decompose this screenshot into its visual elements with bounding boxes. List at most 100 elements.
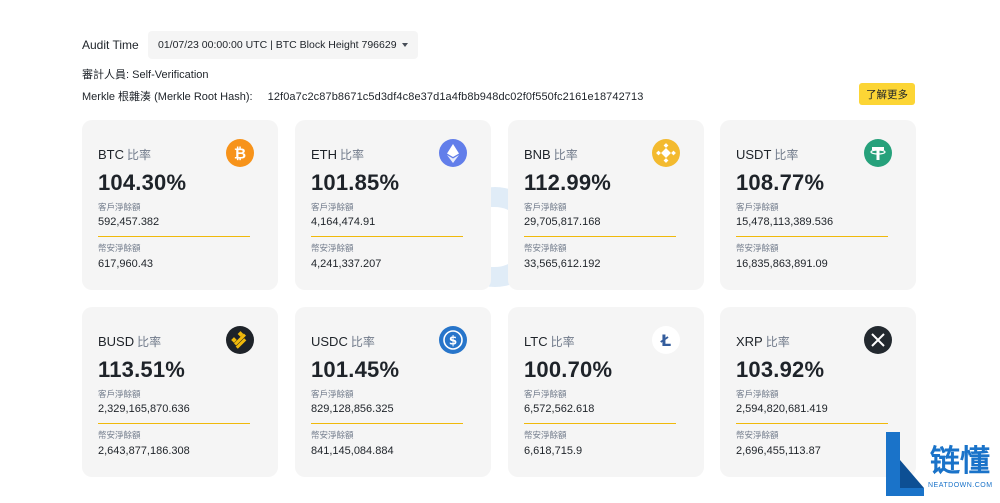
ratio-label: 比率 — [553, 148, 578, 162]
merkle-hash: 12f0a7c2c87b8671c5d3df4c8e37d1a4fb8b948d… — [267, 91, 644, 103]
coin-symbol: LTC — [524, 334, 548, 349]
customer-balance-label: 客戶淨餘額 — [98, 202, 141, 212]
bnb-icon — [652, 139, 680, 167]
platform-balance-value: 6,618,715.9 — [524, 445, 583, 457]
customer-balance-label: 客戶淨餘額 — [524, 202, 567, 212]
audit-time-value: 01/07/23 00:00:00 UTC | BTC Block Height… — [158, 39, 397, 51]
divider — [98, 423, 250, 424]
reserve-ratio: 112.99% — [524, 170, 612, 195]
platform-balance-label: 幣安淨餘額 — [736, 243, 779, 253]
reserve-card-ltc: LTC 比率 Ł 100.70% 客戶淨餘額 6,572,562.618 幣安淨… — [508, 307, 704, 477]
divider — [524, 236, 676, 237]
reserve-ratio: 103.92% — [736, 357, 825, 382]
chevron-down-icon — [402, 43, 408, 47]
card-header: LTC 比率 — [524, 333, 575, 350]
customer-balance-value: 2,329,165,870.636 — [98, 403, 190, 415]
svg-text:Ł: Ł — [660, 331, 671, 350]
platform-balance-label: 幣安淨餘額 — [98, 430, 141, 440]
coin-symbol: BNB — [524, 147, 551, 162]
platform-balance-label: 幣安淨餘額 — [98, 243, 141, 253]
platform-balance-label: 幣安淨餘額 — [311, 430, 354, 440]
brand-logo-icon — [886, 432, 924, 496]
coin-symbol: BUSD — [98, 334, 135, 349]
platform-balance-value: 33,565,612.192 — [524, 258, 601, 270]
card-header: USDT 比率 — [736, 146, 798, 163]
reserve-card-usdc: USDC 比率 $ 101.45% 客戶淨餘額 829,128,856.325 … — [295, 307, 491, 477]
svg-text:₿: ₿ — [234, 145, 246, 163]
usdc-icon: $ — [439, 326, 467, 354]
customer-balance-label: 客戶淨餘額 — [98, 389, 141, 399]
ratio-label: 比率 — [340, 148, 365, 162]
usdt-icon — [864, 139, 892, 167]
platform-balance-label: 幣安淨餘額 — [736, 430, 779, 440]
reserve-ratio: 101.45% — [311, 357, 400, 382]
divider — [311, 236, 463, 237]
card-header: BUSD 比率 — [98, 333, 161, 350]
merkle-label: Merkle 根雜湊 (Merkle Root Hash): — [82, 91, 253, 103]
customer-balance-value: 829,128,856.325 — [311, 403, 394, 415]
reserve-card-btc: BTC 比率 ₿ 104.30% 客戶淨餘額 592,457.382 幣安淨餘額… — [82, 120, 278, 290]
divider — [311, 423, 463, 424]
customer-balance-value: 4,164,474.91 — [311, 216, 376, 228]
platform-balance-label: 幣安淨餘額 — [524, 243, 567, 253]
learn-more-button[interactable]: 了解更多 — [859, 83, 915, 105]
brand-url: NEATDOWN.COM — [928, 482, 993, 489]
reserve-card-eth: ETH 比率 101.85% 客戶淨餘額 4,164,474.91 幣安淨餘額 … — [295, 120, 491, 290]
ratio-label: 比率 — [137, 335, 162, 349]
audit-time-select[interactable]: 01/07/23 00:00:00 UTC | BTC Block Height… — [148, 31, 418, 59]
card-header: XRP 比率 — [736, 333, 790, 350]
reserve-ratio: 100.70% — [524, 357, 613, 382]
customer-balance-label: 客戶淨餘額 — [524, 389, 567, 399]
platform-balance-value: 2,696,455,113.87 — [736, 445, 821, 457]
ratio-label: 比率 — [774, 148, 799, 162]
xrp-icon — [864, 326, 892, 354]
coin-symbol: BTC — [98, 147, 124, 162]
reserve-card-bnb: BNB 比率 112.99% 客戶淨餘額 29,705,817.168 幣安淨餘… — [508, 120, 704, 290]
platform-balance-value: 2,643,877,186.308 — [98, 445, 190, 457]
ltc-icon: Ł — [652, 326, 680, 354]
divider — [736, 423, 888, 424]
customer-balance-label: 客戶淨餘額 — [311, 389, 354, 399]
card-header: BNB 比率 — [524, 146, 578, 163]
audit-time-row: Audit Time 01/07/23 00:00:00 UTC | BTC B… — [82, 30, 418, 60]
customer-balance-value: 15,478,113,389.536 — [736, 216, 834, 228]
coin-symbol: XRP — [736, 334, 763, 349]
auditor-line: 審計人員: Self-Verification — [82, 69, 209, 81]
platform-balance-value: 617,960.43 — [98, 258, 154, 270]
reserve-ratio: 113.51% — [98, 357, 186, 382]
divider — [98, 236, 250, 237]
card-header: BTC 比率 — [98, 146, 151, 163]
customer-balance-value: 29,705,817.168 — [524, 216, 601, 228]
customer-balance-value: 592,457.382 — [98, 216, 160, 228]
eth-icon — [439, 139, 467, 167]
reserve-ratio: 104.30% — [98, 170, 187, 195]
reserve-card-busd: BUSD 比率 113.51% 客戶淨餘額 2,329,165,870.636 … — [82, 307, 278, 477]
customer-balance-label: 客戶淨餘額 — [311, 202, 354, 212]
platform-balance-value: 841,145,084.884 — [311, 445, 394, 457]
ratio-label: 比率 — [350, 335, 375, 349]
customer-balance-value: 6,572,562.618 — [524, 403, 595, 415]
divider — [524, 423, 676, 424]
platform-balance-label: 幣安淨餘額 — [311, 243, 354, 253]
merkle-line: Merkle 根雜湊 (Merkle Root Hash): 12f0a7c2c… — [82, 88, 643, 104]
divider — [736, 236, 888, 237]
platform-balance-label: 幣安淨餘額 — [524, 430, 567, 440]
reserve-ratio: 108.77% — [736, 170, 825, 195]
ratio-label: 比率 — [127, 148, 152, 162]
customer-balance-label: 客戶淨餘額 — [736, 389, 779, 399]
platform-balance-value: 4,241,337.207 — [311, 258, 382, 270]
card-header: USDC 比率 — [311, 333, 375, 350]
card-header: ETH 比率 — [311, 146, 364, 163]
brand-name: 链懂 — [930, 444, 990, 479]
reserve-ratio: 101.85% — [311, 170, 400, 195]
busd-icon — [226, 326, 254, 354]
reserve-card-usdt: USDT 比率 108.77% 客戶淨餘額 15,478,113,389.536… — [720, 120, 916, 290]
coin-symbol: USDT — [736, 147, 772, 162]
audit-time-label: Audit Time — [82, 38, 139, 52]
ratio-label: 比率 — [550, 335, 575, 349]
customer-balance-value: 2,594,820,681.419 — [736, 403, 828, 415]
coin-symbol: USDC — [311, 334, 348, 349]
brand-badge: 链懂 NEATDOWN.COM — [880, 430, 998, 498]
customer-balance-label: 客戶淨餘額 — [736, 202, 779, 212]
btc-icon: ₿ — [226, 139, 254, 167]
